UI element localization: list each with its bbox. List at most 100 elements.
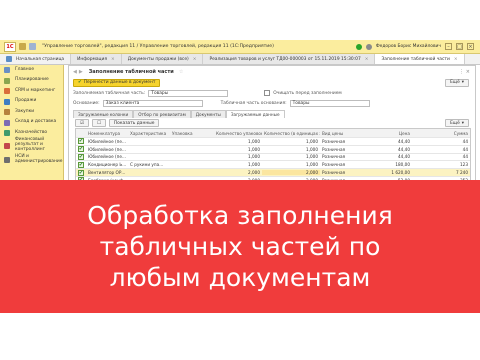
tab-documents[interactable]: Документы bbox=[190, 110, 226, 118]
table-row-selected[interactable]: ✔ Вентилятор ОР... 2,000 2,000 Розничная… bbox=[76, 169, 470, 177]
table-row[interactable]: ✔ Кондиционер Ь... С рукини упа... 1,000… bbox=[76, 161, 470, 170]
cell-price-type: Розничная bbox=[322, 138, 346, 144]
checkbox[interactable]: ✔ bbox=[78, 161, 84, 168]
base-tab-field[interactable]: Товары bbox=[289, 99, 370, 107]
sidebar-item-label: CRM и маркетинг bbox=[15, 87, 56, 93]
table-row[interactable]: ✔ Юбилейное (пе... 1,000 1,000 Розничная… bbox=[76, 153, 470, 162]
grid-more-button[interactable]: Ещё ▾ bbox=[445, 119, 469, 127]
base-tab-label: Табличная часть основания: bbox=[220, 100, 287, 106]
notification-bell-icon[interactable] bbox=[355, 43, 362, 50]
row-check[interactable]: ✔ bbox=[76, 146, 86, 153]
close-icon[interactable]: × bbox=[365, 57, 369, 62]
tab-home[interactable]: Начальная страница bbox=[0, 54, 72, 64]
forward-arrow-icon[interactable]: ▶ bbox=[79, 69, 83, 75]
cell-price-type: Розничная bbox=[322, 170, 346, 176]
sidebar-item-sales[interactable]: Продажи bbox=[0, 97, 63, 108]
row-check[interactable]: ✔ bbox=[76, 138, 86, 145]
checkbox[interactable]: ✔ bbox=[78, 169, 84, 176]
cell-sum: 44 bbox=[462, 138, 468, 144]
sidebar-item-label: Казначейство bbox=[15, 129, 48, 135]
cell-price: 44,40 bbox=[398, 154, 410, 160]
tab-loaded-columns[interactable]: Загружаемые колонки bbox=[73, 110, 134, 118]
minimize-button[interactable]: – bbox=[445, 43, 452, 50]
star-icon[interactable]: ☆ bbox=[179, 69, 183, 75]
sidebar-item-admin[interactable]: НСИ и администрирование bbox=[0, 153, 63, 167]
sidebar-item-planning[interactable]: Планирование bbox=[0, 76, 63, 87]
admin-icon bbox=[4, 156, 10, 163]
sidebar-item-warehouse[interactable]: Склад и доставка bbox=[0, 118, 63, 129]
tab-sales-docs[interactable]: Документы продажи (все) × bbox=[121, 54, 204, 64]
sidebar-item-main[interactable]: Главное bbox=[0, 65, 63, 76]
button-label: Перенести данные в документ bbox=[83, 80, 156, 85]
column-header[interactable]: Вид цены bbox=[320, 131, 366, 136]
cell-qty-units: 1,000 bbox=[306, 138, 318, 144]
cell-sum: 44 bbox=[462, 146, 468, 152]
sidebar-item-crm[interactable]: CRM и маркетинг bbox=[0, 86, 63, 97]
cell-qty-packs: 1,000 bbox=[248, 162, 260, 168]
checkbox[interactable]: ✔ bbox=[78, 153, 84, 160]
form-toolbar: ✔ Перенести данные в документ Ещё ▾ bbox=[69, 77, 475, 88]
sidebar-item-purchases[interactable]: Закупки bbox=[0, 107, 63, 118]
tab-label: Документы продажи (все) bbox=[127, 56, 189, 62]
sales-icon bbox=[4, 98, 10, 105]
base-field[interactable]: Заказ клиента bbox=[102, 99, 203, 107]
main-icon bbox=[4, 67, 10, 74]
unselect-all-button[interactable]: ☐ bbox=[91, 119, 106, 127]
column-header[interactable]: Количество (в единицах хранения) bbox=[262, 131, 320, 136]
clear-before-fill-checkbox[interactable] bbox=[264, 90, 271, 96]
column-header[interactable]: Сумма bbox=[412, 131, 470, 136]
cell-price: 1 620,00 bbox=[391, 170, 410, 176]
column-header[interactable]: Количество упаковок bbox=[214, 131, 262, 136]
user-name[interactable]: Федоров Борис Михайлович bbox=[376, 44, 441, 49]
history-icon[interactable] bbox=[29, 43, 36, 50]
cell-qty-packs: 1,000 bbox=[248, 154, 260, 160]
field-value: Заказ клиента bbox=[105, 100, 140, 106]
tabpart-row: Заполняемая табличная часть: Товары Очищ… bbox=[69, 88, 475, 98]
crm-icon bbox=[4, 88, 10, 95]
cell-qty-packs: 2,000 bbox=[248, 170, 260, 176]
row-check[interactable]: ✔ bbox=[76, 161, 86, 168]
column-header[interactable]: Упаковка bbox=[170, 131, 214, 136]
show-data-button[interactable]: Показать данные bbox=[108, 119, 160, 127]
close-icon[interactable]: × bbox=[111, 57, 115, 62]
warehouse-icon bbox=[4, 119, 10, 126]
button-label: Ещё bbox=[450, 120, 460, 126]
tab-filter-attributes[interactable]: Отбор по реквизитам bbox=[133, 110, 191, 118]
sidebar-item-label: Закупки bbox=[15, 108, 35, 114]
sidebar-item-finance[interactable]: Финансовый результат и контроллинг bbox=[0, 137, 63, 153]
more-button[interactable]: Ещё ▾ bbox=[445, 78, 469, 87]
back-arrow-icon[interactable]: ◀ bbox=[73, 69, 77, 75]
row-check[interactable]: ✔ bbox=[76, 169, 86, 176]
column-header[interactable]: Номенклатура bbox=[86, 131, 128, 136]
tab-label: Информация bbox=[77, 56, 107, 62]
close-form-icon[interactable]: ⋮ × bbox=[459, 69, 470, 75]
table-row[interactable]: ✔ Юбилейное (пе... 1,000 1,000 Розничная… bbox=[76, 138, 470, 146]
row-check[interactable]: ✔ bbox=[76, 153, 86, 160]
purchases-icon bbox=[4, 109, 10, 116]
cell-qty-units[interactable]: 2,000 bbox=[262, 170, 320, 176]
field-value: Товары bbox=[151, 90, 169, 96]
tabpart-label: Заполняемая табличная часть: bbox=[73, 90, 146, 96]
tab-realization[interactable]: Реализация товаров и услуг ТД00-000003 о… bbox=[203, 54, 376, 64]
close-icon[interactable]: × bbox=[193, 57, 197, 62]
tab-loaded-data[interactable]: Загружаемые данные bbox=[225, 110, 285, 118]
menu-icon[interactable] bbox=[19, 43, 26, 50]
column-header[interactable]: Цена bbox=[366, 131, 412, 136]
cell-char: С рукини упа... bbox=[130, 162, 164, 168]
user-avatar[interactable] bbox=[365, 43, 372, 50]
base-label: Основание: bbox=[73, 100, 100, 106]
tab-info[interactable]: Информация × bbox=[71, 54, 122, 64]
close-window-button[interactable]: × bbox=[467, 43, 474, 50]
table-row[interactable]: ✔ Юбилейное (пе... 1,000 1,000 Розничная… bbox=[76, 146, 470, 154]
tabpart-field[interactable]: Товары bbox=[148, 89, 229, 97]
sidebar-item-label: НСИ и администрирование bbox=[15, 153, 63, 164]
column-header[interactable]: Характеристика bbox=[128, 131, 170, 136]
tab-fill-tabpart[interactable]: Заполнение табличной части × bbox=[375, 54, 465, 64]
base-row: Основание: Заказ клиента Табличная часть… bbox=[69, 98, 475, 108]
checkbox[interactable]: ✔ bbox=[78, 146, 84, 153]
close-icon[interactable]: × bbox=[454, 57, 458, 62]
maximize-button[interactable]: □ bbox=[456, 43, 463, 50]
transfer-to-document-button[interactable]: ✔ Перенести данные в документ bbox=[73, 78, 161, 87]
checkbox[interactable]: ✔ bbox=[78, 138, 84, 145]
select-all-button[interactable]: ☑ bbox=[75, 119, 89, 127]
